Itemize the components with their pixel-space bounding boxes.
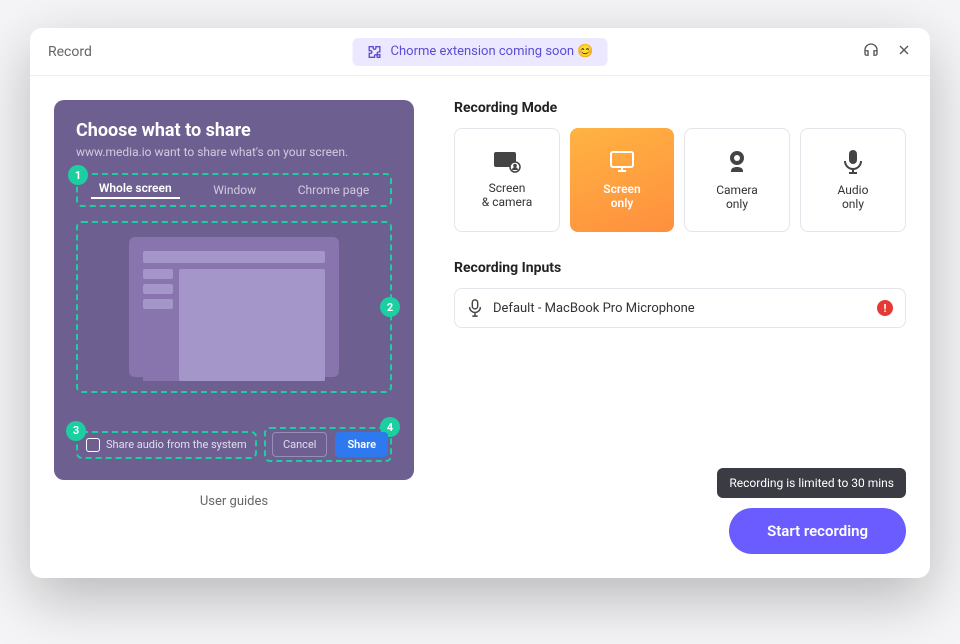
recording-modes: Screen & camera Screen only Camera only … xyxy=(454,128,906,232)
record-window: Record Chorme extension coming soon 😊 Ch… xyxy=(30,28,930,578)
mode-screen-camera[interactable]: Screen & camera xyxy=(454,128,560,232)
close-icon[interactable] xyxy=(896,42,912,62)
checkbox-icon xyxy=(86,438,100,452)
share-dialog: Choose what to share www.media.io want t… xyxy=(54,100,414,480)
user-guides-link[interactable]: User guides xyxy=(200,494,268,509)
step-badge-1: 1 xyxy=(68,165,88,185)
share-button[interactable]: Share xyxy=(335,432,388,457)
share-title: Choose what to share xyxy=(76,120,392,141)
microphone-label: Default - MacBook Pro Microphone xyxy=(493,301,695,316)
mode-screen-only[interactable]: Screen only xyxy=(570,128,674,232)
headset-icon[interactable] xyxy=(862,41,880,63)
step-badge-2: 2 xyxy=(380,297,400,317)
share-buttons-wrap: 4 Cancel Share xyxy=(264,427,392,462)
content: Choose what to share www.media.io want t… xyxy=(30,76,930,578)
mode-label: Screen & camera xyxy=(482,181,533,209)
titlebar: Record Chorme extension coming soon 😊 xyxy=(30,28,930,76)
tab-chrome-page[interactable]: Chrome page xyxy=(290,183,377,197)
screen-icon xyxy=(608,150,636,174)
warning-icon: ! xyxy=(877,300,893,316)
recording-mode-title: Recording Mode xyxy=(454,100,906,116)
cancel-button[interactable]: Cancel xyxy=(272,432,327,457)
recording-inputs-title: Recording Inputs xyxy=(454,260,906,276)
mode-camera-only[interactable]: Camera only xyxy=(684,128,790,232)
limit-tooltip: Recording is limited to 30 mins xyxy=(717,468,906,498)
mic-small-icon xyxy=(467,299,483,317)
mode-audio-only[interactable]: Audio only xyxy=(800,128,906,232)
tab-whole-screen[interactable]: Whole screen xyxy=(91,181,180,199)
screen-camera-icon xyxy=(493,151,521,173)
step-badge-3: 3 xyxy=(66,421,86,441)
start-recording-button[interactable]: Start recording xyxy=(729,508,906,554)
window-title: Record xyxy=(48,44,92,60)
tab-window[interactable]: Window xyxy=(205,183,264,197)
mic-icon xyxy=(842,149,864,175)
mode-label: Audio only xyxy=(838,183,869,211)
extension-banner: Chorme extension coming soon 😊 xyxy=(353,38,608,66)
share-tabs: 1 Whole screen Window Chrome page xyxy=(76,173,392,207)
screen-preview[interactable]: 2 xyxy=(76,221,392,393)
share-subtitle: www.media.io want to share what's on you… xyxy=(76,145,392,159)
monitor-icon xyxy=(129,237,339,377)
camera-icon xyxy=(724,149,750,175)
share-audio-checkbox[interactable]: 3 Share audio from the system xyxy=(76,431,257,459)
banner-text: Chorme extension coming soon 😊 xyxy=(391,44,594,59)
left-panel: Choose what to share www.media.io want t… xyxy=(54,100,414,554)
right-panel: Recording Mode Screen & camera Screen on… xyxy=(454,100,906,554)
microphone-select[interactable]: Default - MacBook Pro Microphone ! xyxy=(454,288,906,328)
mode-label: Screen only xyxy=(603,182,640,210)
puzzle-icon xyxy=(367,44,383,60)
mode-label: Camera only xyxy=(716,183,758,211)
share-audio-label: Share audio from the system xyxy=(106,438,247,451)
